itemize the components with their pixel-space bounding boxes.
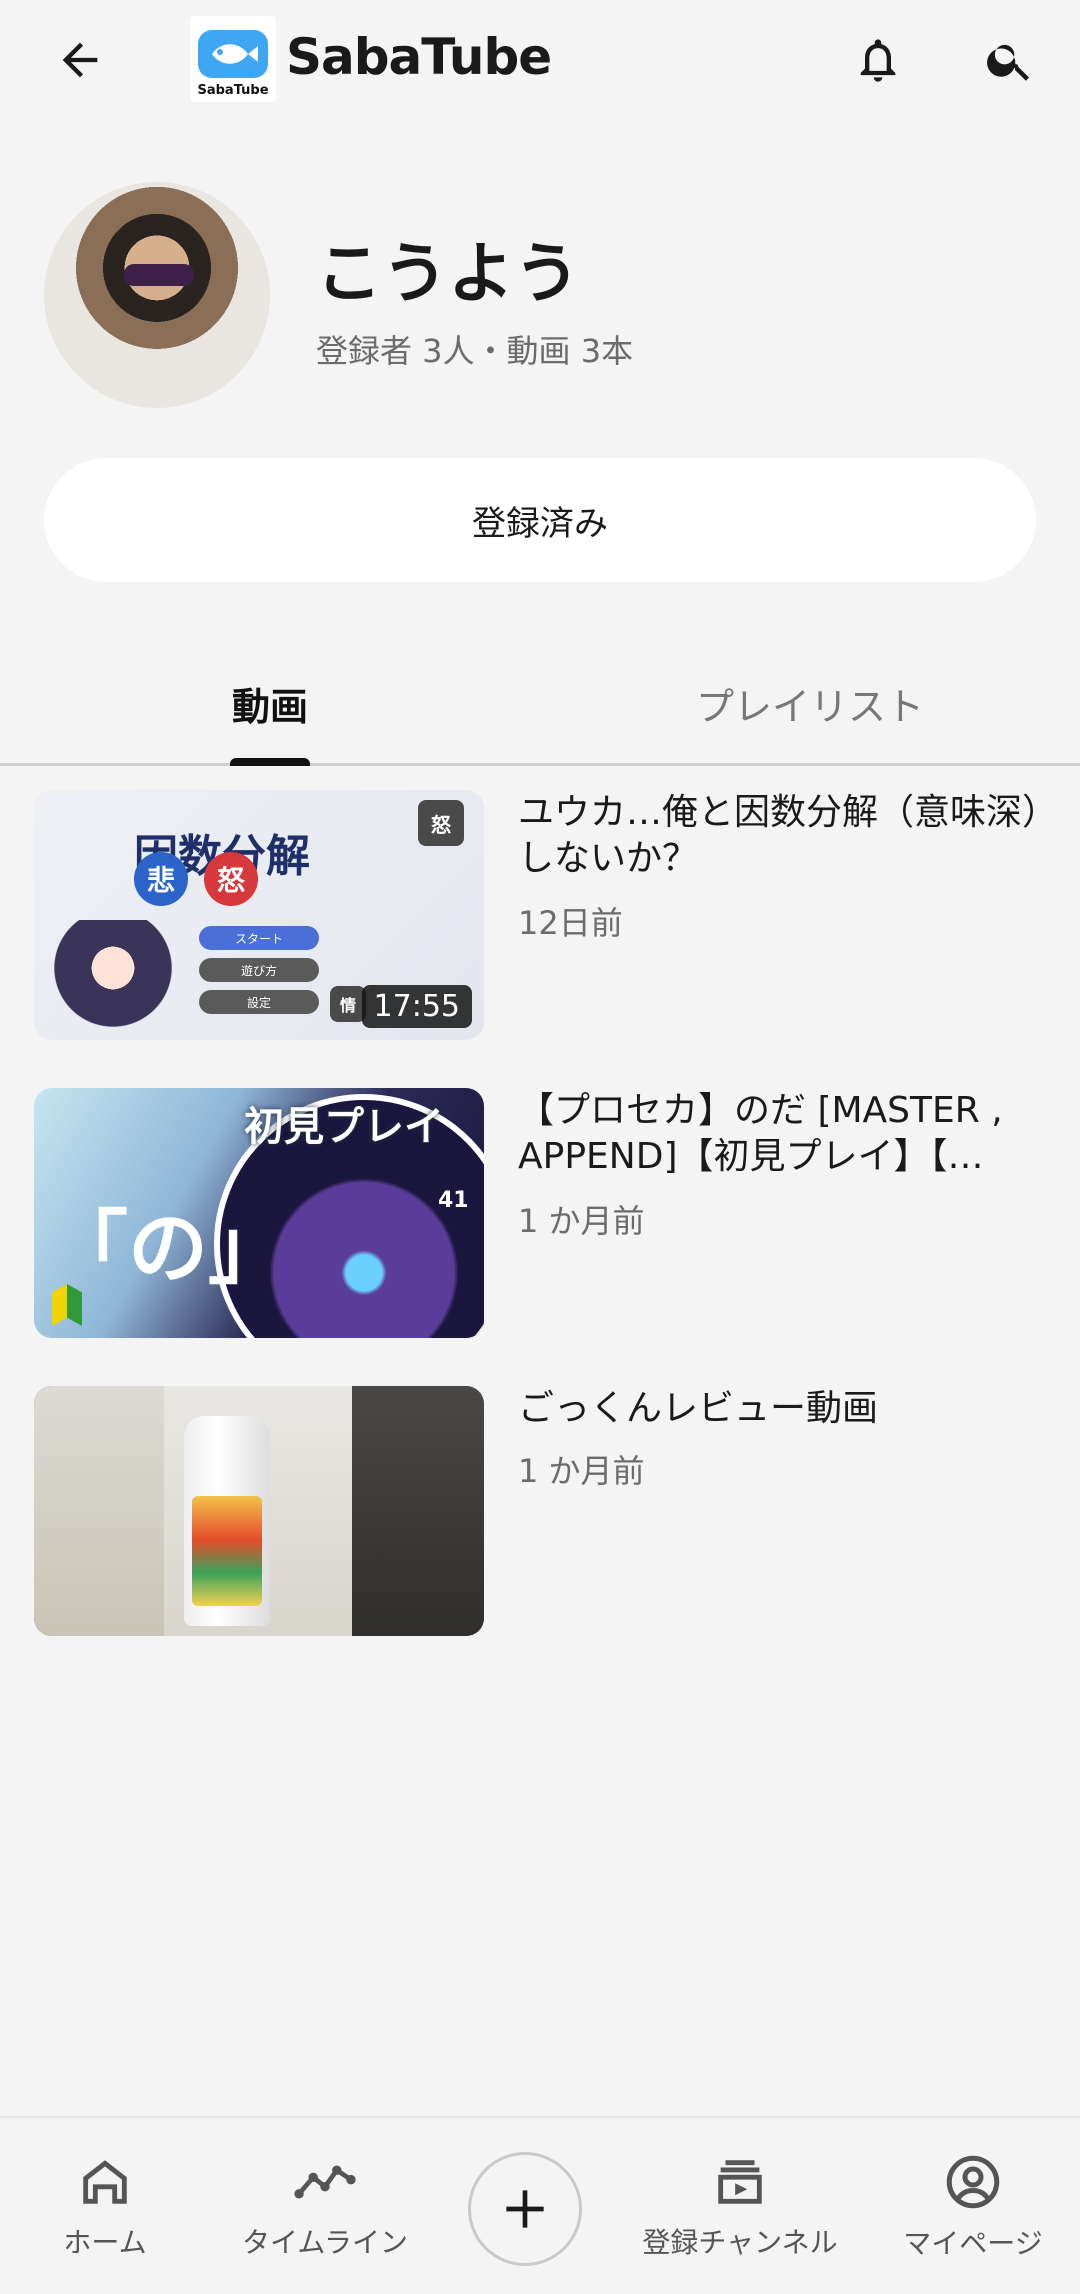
thumbnail-panel xyxy=(34,1386,164,1636)
thumbnail-circle: 悲 xyxy=(134,852,188,906)
nav-timeline[interactable]: タイムライン xyxy=(230,2118,420,2294)
account-circle-icon xyxy=(946,2155,1000,2209)
notifications-button[interactable] xyxy=(842,24,914,96)
logo-caption: SabaTube xyxy=(197,83,269,98)
channel-avatar xyxy=(44,182,270,408)
channel-name: こうよう xyxy=(316,235,580,312)
video-title[interactable]: ユウカ…俺と因数分解（意味深）しないか？ xyxy=(518,790,1078,882)
video-title[interactable]: ごっくんレビュー動画 xyxy=(518,1386,1078,1432)
thumbnail-panel xyxy=(352,1386,484,1636)
video-age: 1 か月前 xyxy=(518,1202,645,1240)
channel-stats: 登録者 3人・動画 3本 xyxy=(316,332,634,370)
combo-count: 41 xyxy=(438,1188,469,1213)
video-item[interactable]: 因数分解 悲 怒 怒 情 スタート 遊び方 設定 17:55 ユウカ…俺と因数分… xyxy=(34,790,1058,1040)
nav-home[interactable]: ホーム xyxy=(40,2118,170,2294)
arrow-left-icon xyxy=(62,42,98,78)
search-button[interactable] xyxy=(974,24,1046,96)
thumbnail-circle: 怒 xyxy=(204,852,258,906)
video-thumbnail[interactable]: 初見プレイ 「の」 41 xyxy=(34,1088,484,1338)
thumbnail-badge: 情 xyxy=(330,986,366,1022)
thumbnail-menu-button: 設定 xyxy=(199,990,319,1014)
bell-icon xyxy=(860,39,896,82)
fish-logo-icon xyxy=(198,30,268,78)
back-button[interactable] xyxy=(44,24,116,96)
nav-mypage[interactable]: マイページ xyxy=(888,2118,1058,2294)
thumbnail-badge: 怒 xyxy=(418,800,464,846)
active-tab-indicator xyxy=(230,758,310,766)
nav-label: 登録チャンネル xyxy=(642,2226,838,2259)
channel-tabs: 動画 プレイリスト xyxy=(0,640,1080,766)
nav-label: タイムライン xyxy=(241,2226,409,2259)
subscribed-button[interactable]: 登録済み xyxy=(44,458,1036,582)
tab-playlists[interactable]: プレイリスト xyxy=(540,640,1080,766)
video-item[interactable]: ごっくんレビュー動画 1 か月前 xyxy=(34,1386,1046,1636)
thumbnail-menu-button: 遊び方 xyxy=(199,958,319,982)
video-duration: 17:55 xyxy=(361,985,472,1028)
subscriptions-icon xyxy=(718,2160,762,2204)
anime-character-graphic xyxy=(48,920,178,1040)
create-button[interactable] xyxy=(468,2152,582,2266)
search-icon xyxy=(987,44,1030,81)
home-icon xyxy=(83,2160,127,2204)
top-app-bar: SabaTube SabaTube xyxy=(0,0,1080,120)
nav-label: ホーム xyxy=(63,2226,147,2259)
beginner-mark-icon xyxy=(52,1284,82,1326)
video-title[interactable]: 【プロセカ】のだ [MASTER , APPEND]【初見プレイ】【… xyxy=(518,1088,1078,1180)
app-logo: SabaTube xyxy=(190,16,276,102)
video-thumbnail[interactable]: 因数分解 悲 怒 怒 情 スタート 遊び方 設定 17:55 xyxy=(34,790,484,1040)
nav-label: マイページ xyxy=(903,2227,1043,2260)
video-age: 1 か月前 xyxy=(518,1452,645,1490)
timeline-icon xyxy=(294,2165,356,2199)
nav-subscriptions[interactable]: 登録チャンネル xyxy=(630,2118,850,2294)
video-item[interactable]: 初見プレイ 「の」 41 【プロセカ】のだ [MASTER , APPEND]【… xyxy=(34,1088,1046,1338)
thumbnail-headline: 初見プレイ xyxy=(244,1104,444,1150)
plus-icon xyxy=(506,2190,544,2228)
sunglasses-graphic xyxy=(124,264,194,286)
bottom-navigation: ホーム タイムライン 登録チャンネル マイページ xyxy=(0,2116,1080,2294)
video-age: 12日前 xyxy=(518,904,623,942)
video-thumbnail[interactable] xyxy=(34,1386,484,1636)
thumbnail-menu-button: スタート xyxy=(199,926,319,950)
can-label-graphic xyxy=(192,1496,262,1606)
tab-videos[interactable]: 動画 xyxy=(0,640,540,766)
app-title: SabaTube xyxy=(286,28,552,86)
thumbnail-big-text: 「の」 xyxy=(48,1202,288,1295)
